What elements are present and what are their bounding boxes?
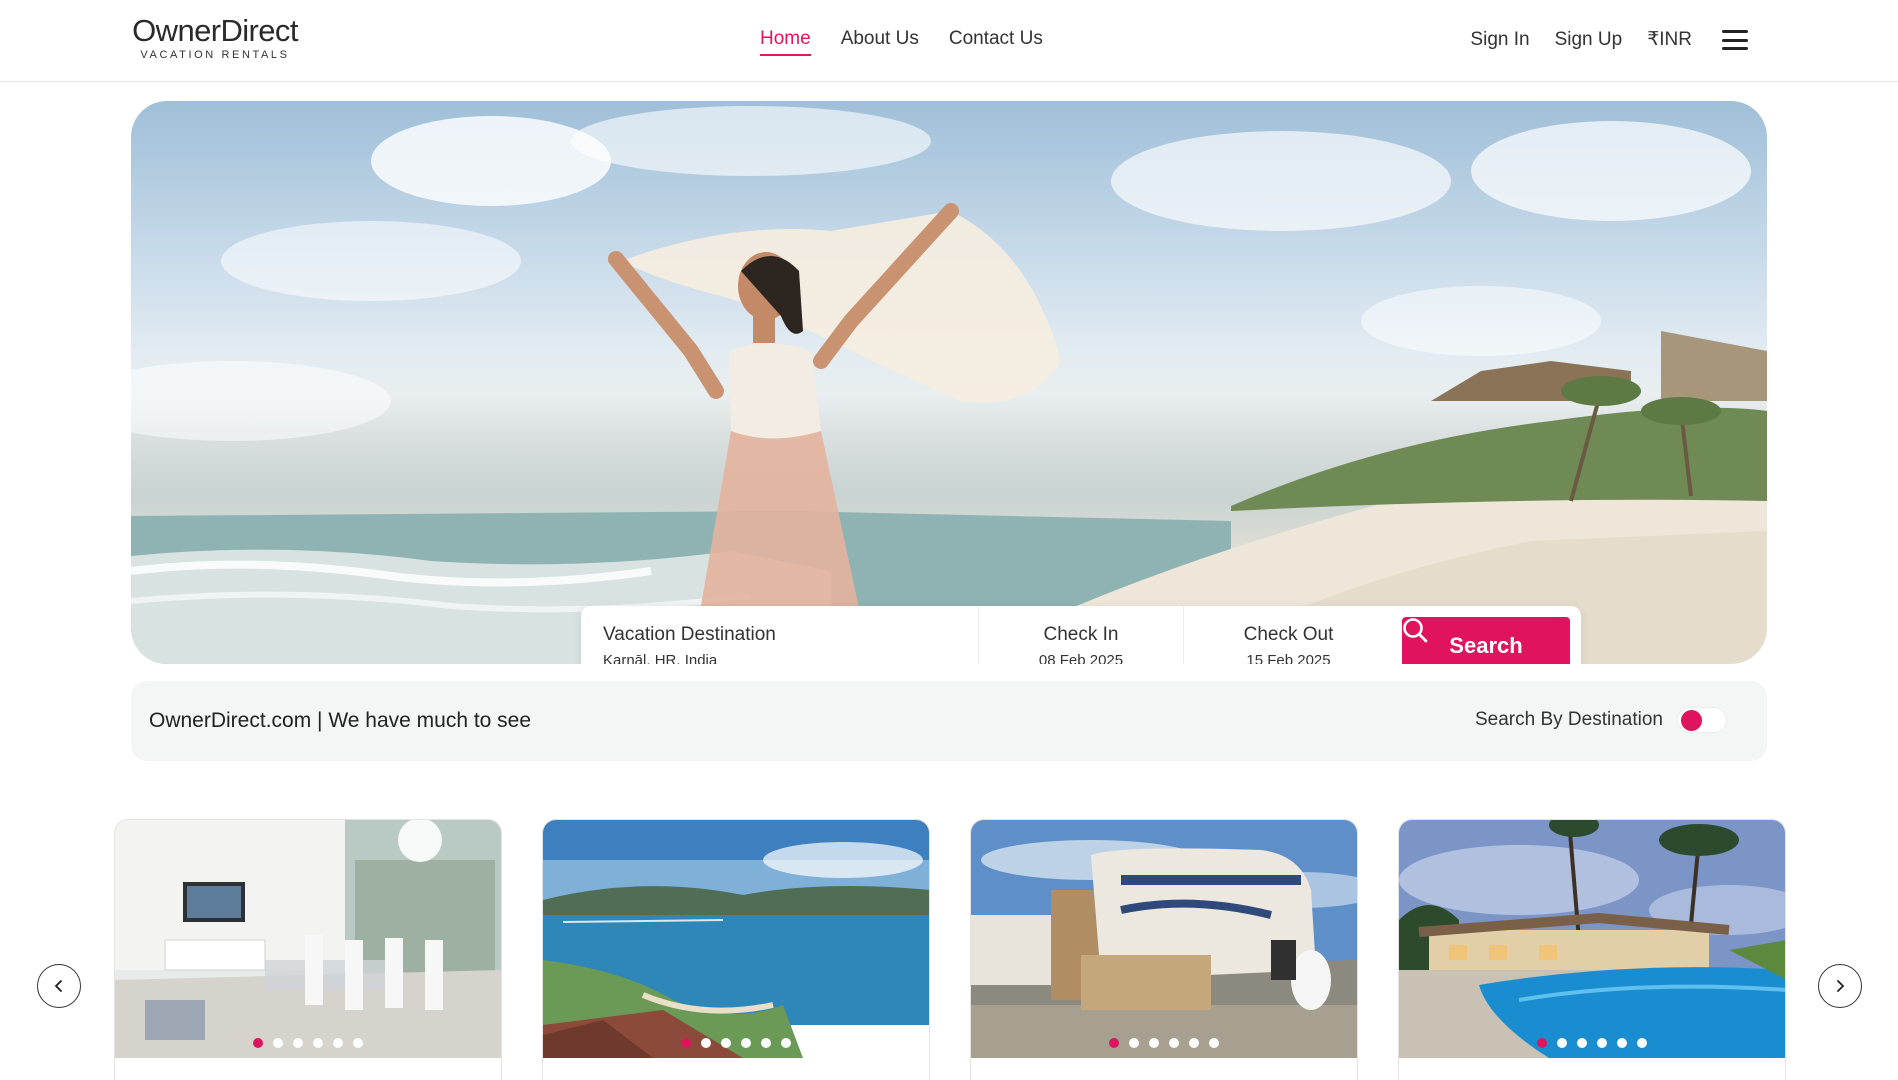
carousel-dot-5[interactable] (1617, 1038, 1627, 1048)
image-dots (681, 1038, 791, 1048)
listing-card[interactable] (114, 819, 502, 1080)
sign-up-link[interactable]: Sign Up (1555, 27, 1623, 53)
destination-field[interactable]: Vacation Destination Karnāl, HR, India (603, 606, 973, 664)
carousel-dot-2[interactable] (701, 1038, 711, 1048)
carousel-dot-5[interactable] (761, 1038, 771, 1048)
search-button-label: Search (1449, 633, 1523, 658)
carousel-dot-1[interactable] (1109, 1038, 1119, 1048)
logo-tagline: VACATION RENTALS (140, 49, 290, 61)
nav-home-link[interactable]: Home (760, 26, 811, 56)
carousel-dot-3[interactable] (293, 1038, 303, 1048)
site-header: OwnerDirect VACATION RENTALS Home About … (0, 0, 1898, 82)
carousel-next-button[interactable] (1818, 964, 1862, 1008)
carousel-dot-5[interactable] (1189, 1038, 1199, 1048)
info-bar: OwnerDirect.com | We have much to see Se… (131, 681, 1767, 761)
check-out-field[interactable]: Check Out 15 Feb 2025 (1183, 606, 1393, 664)
currency-selector[interactable]: ₹INR (1647, 27, 1692, 53)
carousel-dot-5[interactable] (333, 1038, 343, 1048)
search-icon (1403, 618, 1428, 643)
listing-card[interactable] (970, 819, 1358, 1080)
carousel-dot-4[interactable] (1597, 1038, 1607, 1048)
nav-about-us-link[interactable]: About Us (841, 26, 919, 56)
carousel-dot-6[interactable] (353, 1038, 363, 1048)
chevron-right-icon (1837, 980, 1845, 992)
check-in-value: 08 Feb 2025 (1038, 652, 1124, 664)
chevron-left-icon (54, 980, 62, 992)
brand-logo[interactable]: OwnerDirect VACATION RENTALS (130, 14, 300, 62)
search-by-destination: Search By Destination (1475, 707, 1727, 733)
check-out-label: Check Out (1243, 624, 1334, 645)
image-dots (1537, 1038, 1647, 1048)
carousel-prev-button[interactable] (37, 964, 81, 1008)
hamburger-menu-icon[interactable] (1722, 30, 1748, 50)
main-nav: Home About Us Contact Us (760, 26, 1043, 56)
nav-contact-us-link[interactable]: Contact Us (949, 26, 1043, 56)
carousel-dot-6[interactable] (1637, 1038, 1647, 1048)
carousel-dot-3[interactable] (1577, 1038, 1587, 1048)
carousel-dot-4[interactable] (313, 1038, 323, 1048)
check-in-label: Check In (1043, 624, 1119, 645)
carousel-dot-4[interactable] (741, 1038, 751, 1048)
listing-card[interactable] (1398, 819, 1786, 1080)
carousel-dot-2[interactable] (273, 1038, 283, 1048)
carousel-dot-6[interactable] (781, 1038, 791, 1048)
carousel-dot-6[interactable] (1209, 1038, 1219, 1048)
hero-banner: Vacation Destination Karnāl, HR, India C… (131, 101, 1767, 664)
beach-woman-scarf-image (131, 106, 1767, 664)
search-bar: Vacation Destination Karnāl, HR, India C… (581, 606, 1581, 664)
destination-label: Vacation Destination (603, 624, 776, 645)
check-out-value: 15 Feb 2025 (1246, 652, 1331, 664)
logo-wordmark: OwnerDirect (132, 13, 298, 48)
site-tagline: OwnerDirect.com | We have much to see (149, 709, 532, 732)
carousel-dot-3[interactable] (1149, 1038, 1159, 1048)
toggle-label: Search By Destination (1475, 709, 1663, 730)
camper-trailer-on-gravel-image (971, 820, 1357, 1058)
toggle-knob (1681, 710, 1702, 731)
search-button[interactable]: Search (1402, 617, 1570, 664)
image-dots (1109, 1038, 1219, 1048)
villa-with-pool-and-palms-image (1399, 820, 1785, 1058)
destination-value: Karnāl, HR, India (603, 652, 718, 664)
sign-in-link[interactable]: Sign In (1470, 27, 1529, 53)
carousel-dot-2[interactable] (1129, 1038, 1139, 1048)
carousel-dot-1[interactable] (681, 1038, 691, 1048)
account-nav: Sign In Sign Up ₹INR (1470, 27, 1748, 53)
carousel-dot-1[interactable] (253, 1038, 263, 1048)
check-in-field[interactable]: Check In 08 Feb 2025 (978, 606, 1183, 664)
carousel-dot-2[interactable] (1557, 1038, 1567, 1048)
listing-card[interactable] (542, 819, 930, 1080)
carousel-dot-3[interactable] (721, 1038, 731, 1048)
carousel-dot-4[interactable] (1169, 1038, 1179, 1048)
lake-with-bridge-and-hills-image (543, 820, 929, 1058)
image-dots (253, 1038, 363, 1048)
destination-toggle[interactable] (1677, 707, 1727, 733)
carousel-dot-1[interactable] (1537, 1038, 1547, 1048)
white-interior-living-room-image (115, 820, 501, 1058)
